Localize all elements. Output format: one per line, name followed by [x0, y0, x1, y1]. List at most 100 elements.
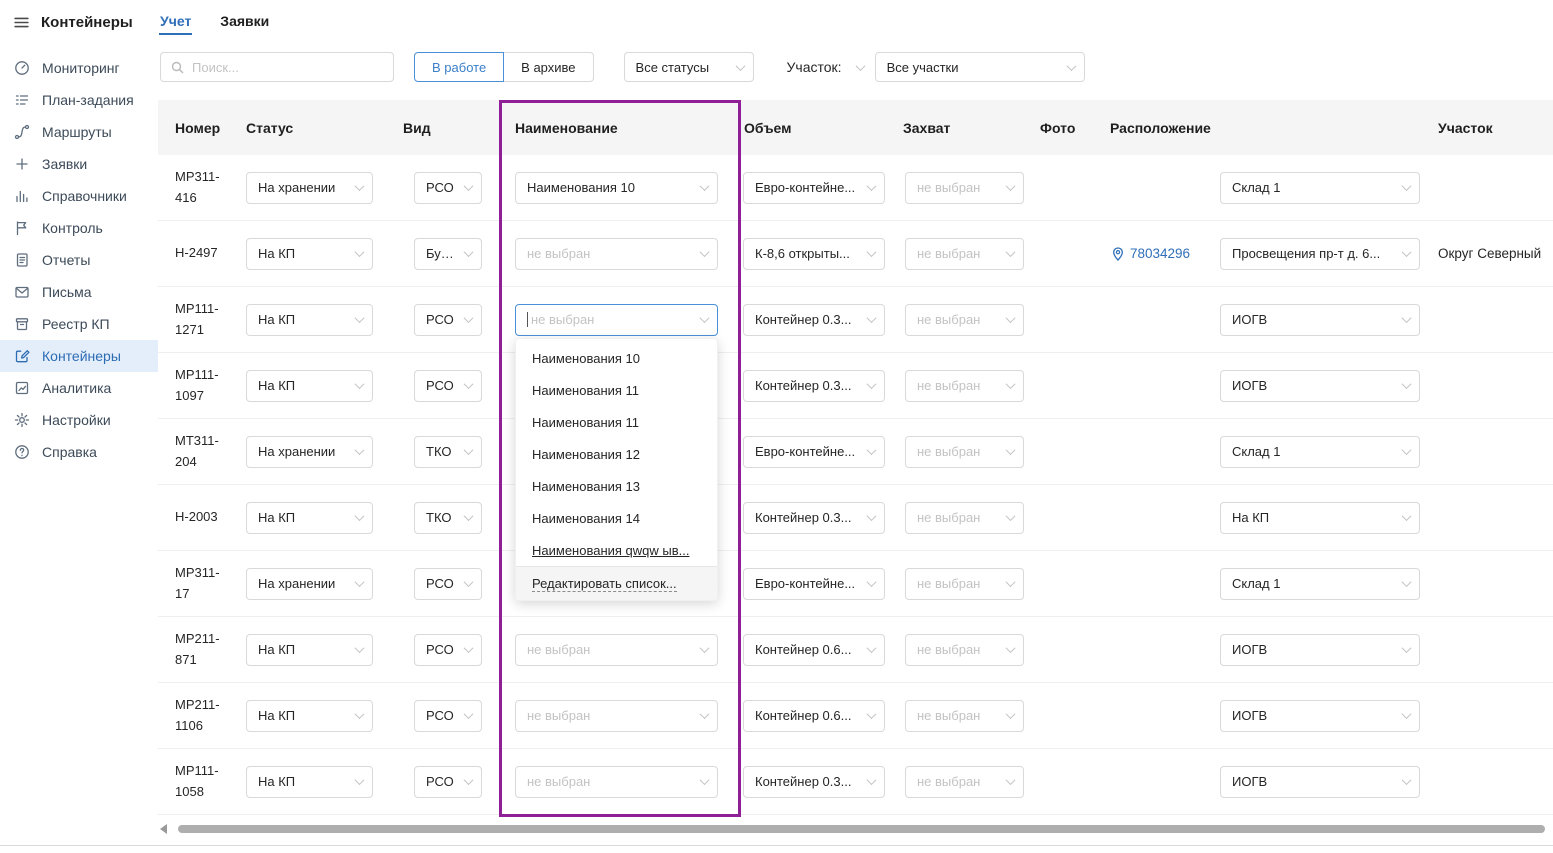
grip-select[interactable]: не выбран: [905, 436, 1024, 468]
chevron-down-icon: [464, 775, 474, 785]
location-select[interactable]: Склад 1: [1220, 436, 1420, 468]
section-filter-select[interactable]: Все участки: [875, 52, 1085, 82]
sidebar-item-directories[interactable]: Справочники: [0, 180, 158, 212]
dropdown-option[interactable]: Наименования qwqw ыв...: [516, 534, 717, 566]
location-select[interactable]: ИОГВ: [1220, 766, 1420, 798]
chevron-down-icon: [355, 247, 365, 257]
kind-select[interactable]: ТКО: [414, 436, 482, 468]
dropdown-option[interactable]: Наименования 13: [516, 470, 717, 502]
grip-select[interactable]: не выбран: [905, 238, 1024, 270]
grip-value: не выбран: [917, 444, 1000, 459]
dropdown-edit-list-option[interactable]: Редактировать список...: [516, 566, 717, 600]
kind-select[interactable]: РСО: [414, 634, 482, 666]
volume-select[interactable]: Евро-контейне...: [743, 568, 885, 600]
sidebar-item-requests[interactable]: Заявки: [0, 148, 158, 180]
kind-select[interactable]: Бункер: [414, 238, 482, 270]
volume-select[interactable]: Контейнер 0.3...: [743, 766, 885, 798]
kind-select[interactable]: РСО: [414, 172, 482, 204]
status-select[interactable]: На КП: [246, 766, 373, 798]
kind-select[interactable]: РСО: [414, 700, 482, 732]
kind-select[interactable]: РСО: [414, 568, 482, 600]
chevron-down-icon: [1006, 709, 1016, 719]
sidebar-item-monitoring[interactable]: Мониторинг: [0, 52, 158, 84]
dropdown-option[interactable]: Наименования 11: [516, 406, 717, 438]
status-select[interactable]: На КП: [246, 634, 373, 666]
status-select[interactable]: На КП: [246, 238, 373, 270]
scroll-left-arrow[interactable]: [160, 824, 167, 834]
location-select[interactable]: ИОГВ: [1220, 370, 1420, 402]
volume-select[interactable]: К-8,6 открыты...: [743, 238, 885, 270]
status-filter-select[interactable]: Все статусы: [624, 52, 754, 82]
grip-select[interactable]: не выбран: [905, 172, 1024, 204]
location-select[interactable]: Склад 1: [1220, 172, 1420, 204]
location-select[interactable]: ИОГВ: [1220, 634, 1420, 666]
location-select[interactable]: Склад 1: [1220, 568, 1420, 600]
location-value: ИОГВ: [1232, 774, 1396, 789]
location-select[interactable]: На КП: [1220, 502, 1420, 534]
sidebar-item-control[interactable]: Контроль: [0, 212, 158, 244]
status-value: На КП: [258, 642, 349, 657]
sidebar-item-containers[interactable]: Контейнеры: [0, 340, 158, 372]
volume-select[interactable]: Контейнер 0.3...: [743, 502, 885, 534]
chevron-down-icon: [1402, 775, 1412, 785]
kind-select[interactable]: ТКО: [414, 502, 482, 534]
tab-zayavki[interactable]: Заявки: [219, 10, 270, 35]
chevron-down-icon: [355, 577, 365, 587]
status-select[interactable]: На КП: [246, 502, 373, 534]
dropdown-option[interactable]: Наименования 12: [516, 438, 717, 470]
volume-select[interactable]: Евро-контейне...: [743, 436, 885, 468]
name-select-open[interactable]: не выбран: [515, 304, 718, 336]
in-archive-button[interactable]: В архиве: [503, 52, 593, 82]
sidebar-item-letters[interactable]: Письма: [0, 276, 158, 308]
grip-select[interactable]: не выбран: [905, 766, 1024, 798]
sidebar-item-reports[interactable]: Отчеты: [0, 244, 158, 276]
name-select[interactable]: не выбран: [515, 238, 718, 270]
tab-uchet[interactable]: Учет: [159, 10, 192, 35]
status-select[interactable]: На КП: [246, 700, 373, 732]
sidebar-item-analytics[interactable]: Аналитика: [0, 372, 158, 404]
volume-select[interactable]: Контейнер 0.6...: [743, 634, 885, 666]
sidebar-item-label: Заявки: [42, 156, 87, 172]
location-select[interactable]: ИОГВ: [1220, 700, 1420, 732]
grip-select[interactable]: не выбран: [905, 502, 1024, 534]
dropdown-option[interactable]: Наименования 14: [516, 502, 717, 534]
scrollbar-thumb[interactable]: [178, 825, 1545, 833]
grip-select[interactable]: не выбран: [905, 304, 1024, 336]
kind-select[interactable]: РСО: [414, 766, 482, 798]
section-filter-label: Участок:: [787, 59, 864, 75]
sidebar-item-help[interactable]: Справка: [0, 436, 158, 468]
dropdown-option[interactable]: Наименования 10: [516, 342, 717, 374]
volume-select[interactable]: Контейнер 0.3...: [743, 370, 885, 402]
in-work-button[interactable]: В работе: [414, 52, 504, 82]
name-select[interactable]: не выбран: [515, 700, 718, 732]
dropdown-option[interactable]: Наименования 11: [516, 374, 717, 406]
sidebar-item-settings[interactable]: Настройки: [0, 404, 158, 436]
sidebar-item-routes[interactable]: Маршруты: [0, 116, 158, 148]
grip-select[interactable]: не выбран: [905, 568, 1024, 600]
sidebar-item-plan-tasks[interactable]: План-задания: [0, 84, 158, 116]
status-select[interactable]: На КП: [246, 304, 373, 336]
sidebar-item-registry-kp[interactable]: Реестр КП: [0, 308, 158, 340]
search-input[interactable]: [192, 60, 383, 75]
name-select[interactable]: не выбран: [515, 766, 718, 798]
name-select[interactable]: Наименования 10: [515, 172, 718, 204]
grip-select[interactable]: не выбран: [905, 700, 1024, 732]
name-select[interactable]: не выбран: [515, 634, 718, 666]
location-link[interactable]: 78034296: [1112, 246, 1190, 261]
menu-icon[interactable]: [13, 14, 30, 31]
volume-select[interactable]: Контейнер 0.6...: [743, 700, 885, 732]
status-select[interactable]: На хранении: [246, 172, 373, 204]
status-select[interactable]: На КП: [246, 370, 373, 402]
grip-select[interactable]: не выбран: [905, 634, 1024, 666]
kind-select[interactable]: РСО: [414, 304, 482, 336]
kind-value: РСО: [426, 642, 458, 657]
location-select[interactable]: Просвещения пр-т д. 6...: [1220, 238, 1420, 270]
envelope-icon: [14, 284, 30, 300]
kind-select[interactable]: РСО: [414, 370, 482, 402]
status-select[interactable]: На хранении: [246, 568, 373, 600]
grip-select[interactable]: не выбран: [905, 370, 1024, 402]
volume-select[interactable]: Контейнер 0.3...: [743, 304, 885, 336]
volume-select[interactable]: Евро-контейне...: [743, 172, 885, 204]
status-select[interactable]: На хранении: [246, 436, 373, 468]
location-select[interactable]: ИОГВ: [1220, 304, 1420, 336]
